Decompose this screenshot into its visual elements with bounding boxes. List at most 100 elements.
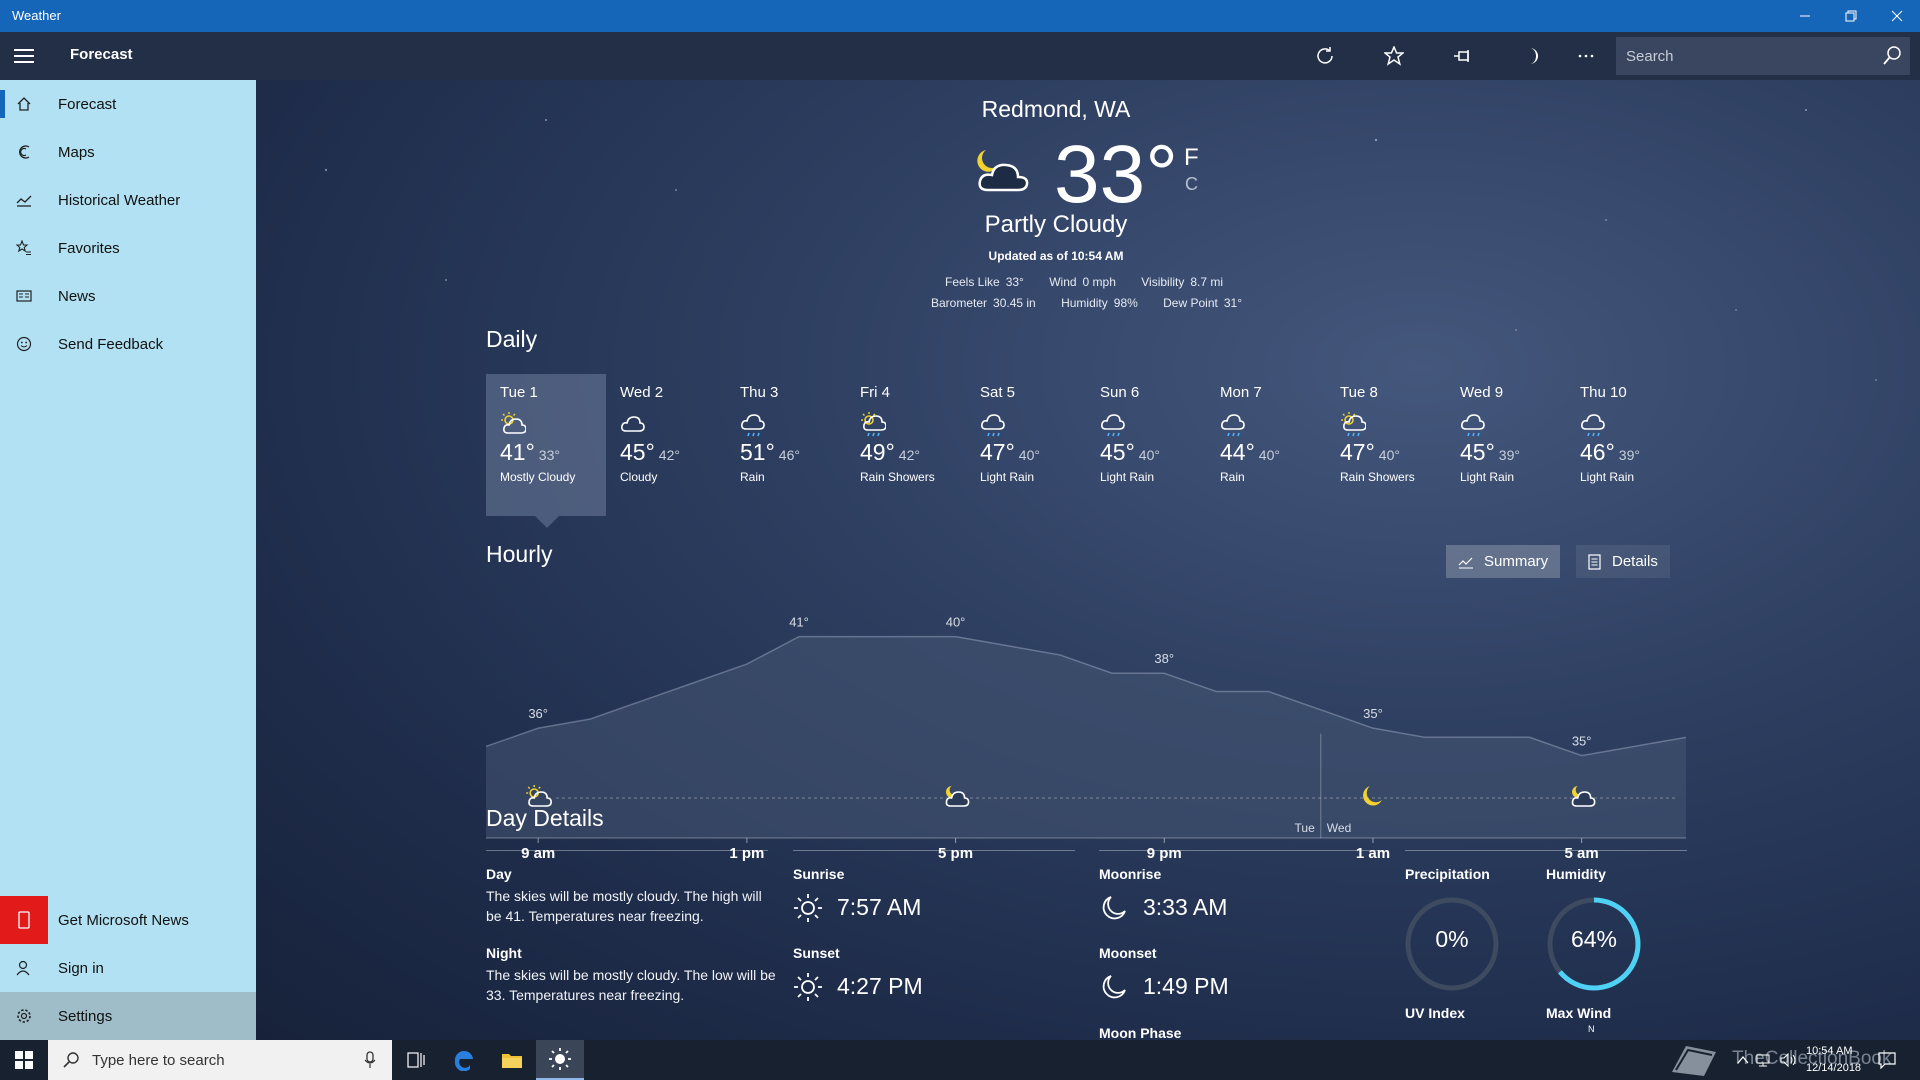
current-condition: Partly Cloudy bbox=[984, 211, 1128, 238]
daily-forecast-card[interactable]: Sat 5 47° 40° Light Rain bbox=[966, 374, 1086, 516]
gear-icon bbox=[0, 1008, 48, 1024]
moonset-time: 1:49 PM bbox=[1143, 973, 1229, 999]
dew-point-label: Dew Point bbox=[1163, 296, 1218, 310]
day-name: Sat 5 bbox=[980, 384, 1016, 401]
high-temp: 47° bbox=[980, 439, 1015, 465]
day-divider-after: Wed bbox=[1327, 821, 1351, 835]
star-icon bbox=[1384, 46, 1404, 66]
notifications-icon[interactable] bbox=[1878, 1051, 1896, 1069]
hourly-temperature-chart: Tue Wed 9 am 1 pm 5 pm 9 pm 1 am 5 am 36° 41° 40° 3… bbox=[486, 615, 1686, 862]
day-name: Sun 6 bbox=[1100, 384, 1140, 401]
day-condition: Light Rain bbox=[1100, 470, 1155, 484]
celsius-toggle[interactable]: C bbox=[1185, 174, 1198, 195]
hour-label: 5 am bbox=[1565, 845, 1599, 862]
high-temp: 44° bbox=[1220, 439, 1255, 465]
sunset-icon bbox=[794, 973, 822, 1001]
day-name: Tue 1 bbox=[500, 384, 538, 401]
daily-forecast-card[interactable]: Tue 1 41° 33° Mostly Cloudy bbox=[486, 374, 606, 516]
daily-forecast-card[interactable]: Thu 10 46° 39° Light Rain bbox=[1566, 374, 1686, 516]
divider bbox=[793, 850, 1075, 851]
day-details-section-title: Day Details bbox=[486, 805, 604, 831]
sidebar: Forecast Maps Historical Weather Favorit… bbox=[0, 32, 256, 1040]
edge-browser-button[interactable] bbox=[440, 1040, 488, 1080]
network-icon[interactable] bbox=[1756, 1052, 1772, 1068]
add-favorite-button[interactable] bbox=[1370, 32, 1418, 80]
sidebar-item-historical-weather[interactable]: Historical Weather bbox=[0, 176, 256, 224]
sun-icon bbox=[549, 1048, 571, 1070]
daily-forecast-card[interactable]: Sun 6 45° 40° Light Rain bbox=[1086, 374, 1206, 516]
volume-icon[interactable] bbox=[1780, 1052, 1798, 1068]
cloudy-icon bbox=[620, 411, 726, 435]
hamburger-menu-button[interactable] bbox=[0, 32, 48, 80]
high-temp: 45° bbox=[1460, 439, 1495, 465]
daily-forecast-card[interactable]: Mon 7 44° 40° Rain bbox=[1206, 374, 1326, 516]
search-icon[interactable] bbox=[1882, 45, 1902, 67]
restore-button[interactable] bbox=[1828, 0, 1874, 32]
divider bbox=[1099, 850, 1381, 851]
divider bbox=[486, 850, 768, 851]
summary-button[interactable]: Summary bbox=[1446, 545, 1561, 578]
sidebar-item-label: Sign in bbox=[58, 959, 104, 977]
hour-label: 1 pm bbox=[729, 845, 764, 862]
minimize-button[interactable] bbox=[1782, 0, 1828, 32]
edge-icon bbox=[454, 1051, 473, 1071]
day-condition: Light Rain bbox=[1580, 470, 1635, 484]
search-icon bbox=[63, 1052, 79, 1068]
daily-forecast-card[interactable]: Tue 8 47° 40° Rain Showers bbox=[1326, 374, 1446, 516]
night-label: Night bbox=[486, 945, 522, 961]
partly-cloudy-icon bbox=[977, 150, 1029, 192]
details-button[interactable]: Details bbox=[1576, 545, 1670, 578]
close-button[interactable] bbox=[1874, 0, 1920, 32]
taskbar-search-box[interactable]: Type here to search bbox=[48, 1040, 392, 1080]
search-input[interactable] bbox=[1616, 47, 1866, 65]
pin-icon bbox=[1454, 50, 1469, 62]
home-icon bbox=[0, 96, 48, 112]
dark-mode-button[interactable] bbox=[1508, 32, 1556, 80]
sidebar-item-maps[interactable]: Maps bbox=[0, 128, 256, 176]
sidebar-item-favorites[interactable]: Favorites bbox=[0, 224, 256, 272]
wind-value: 0 mph bbox=[1082, 275, 1116, 289]
sidebar-item-get-microsoft-news[interactable]: Get Microsoft News bbox=[0, 896, 256, 944]
day-condition: Light Rain bbox=[980, 470, 1035, 484]
sunrise-time: 7:57 AM bbox=[837, 894, 922, 920]
daily-forecast-card[interactable]: Thu 3 51° 46° Rain bbox=[726, 374, 846, 516]
sidebar-item-send-feedback[interactable]: Send Feedback bbox=[0, 320, 256, 368]
daily-forecast-card[interactable]: Wed 2 45° 42° Cloudy bbox=[606, 374, 726, 516]
sidebar-item-label: News bbox=[58, 287, 96, 305]
clock-date[interactable]: 12/14/2018 bbox=[1806, 1062, 1861, 1074]
sidebar-item-settings[interactable]: Settings bbox=[0, 992, 256, 1040]
daily-forecast-card[interactable]: Wed 9 45° 39° Light Rain bbox=[1446, 374, 1566, 516]
fahrenheit-toggle[interactable]: F bbox=[1184, 144, 1199, 172]
weather-app-taskbar-button[interactable] bbox=[536, 1040, 584, 1080]
clock-time[interactable]: 10:54 AM bbox=[1806, 1045, 1852, 1057]
refresh-button[interactable] bbox=[1301, 32, 1349, 80]
moonrise-label: Moonrise bbox=[1099, 866, 1162, 882]
hour-label: 9 pm bbox=[1147, 845, 1182, 862]
more-options-button[interactable] bbox=[1562, 32, 1610, 80]
day-name: Wed 2 bbox=[620, 384, 664, 401]
feels-like-value: 33° bbox=[1005, 275, 1024, 289]
microphone-icon[interactable] bbox=[364, 1051, 376, 1069]
start-button[interactable] bbox=[0, 1040, 48, 1080]
pin-button[interactable] bbox=[1439, 32, 1487, 80]
rain-icon bbox=[1100, 411, 1206, 437]
visibility-value: 8.7 mi bbox=[1190, 275, 1224, 289]
hamburger-icon bbox=[14, 55, 34, 57]
sidebar-item-sign-in[interactable]: Sign in bbox=[0, 944, 256, 992]
sidebar-item-news[interactable]: News bbox=[0, 272, 256, 320]
favorites-icon bbox=[0, 240, 48, 256]
high-temp: 45° bbox=[1100, 439, 1135, 465]
sidebar-item-forecast[interactable]: Forecast bbox=[0, 80, 256, 128]
mostly-cloudy-icon bbox=[500, 411, 606, 435]
chevron-up-icon[interactable] bbox=[1736, 1053, 1750, 1067]
file-explorer-button[interactable] bbox=[488, 1040, 536, 1080]
app-title: Weather bbox=[12, 8, 61, 23]
task-view-button[interactable] bbox=[392, 1040, 440, 1080]
daily-forecast-card[interactable]: Fri 4 49° 42° Rain Showers bbox=[846, 374, 966, 516]
high-temp: 45° bbox=[620, 439, 655, 465]
low-temp: 33° bbox=[538, 447, 560, 463]
folder-icon bbox=[502, 1054, 522, 1068]
search-box[interactable] bbox=[1616, 37, 1910, 75]
moonset-label: Moonset bbox=[1099, 945, 1157, 961]
task-view-icon bbox=[407, 1052, 425, 1068]
